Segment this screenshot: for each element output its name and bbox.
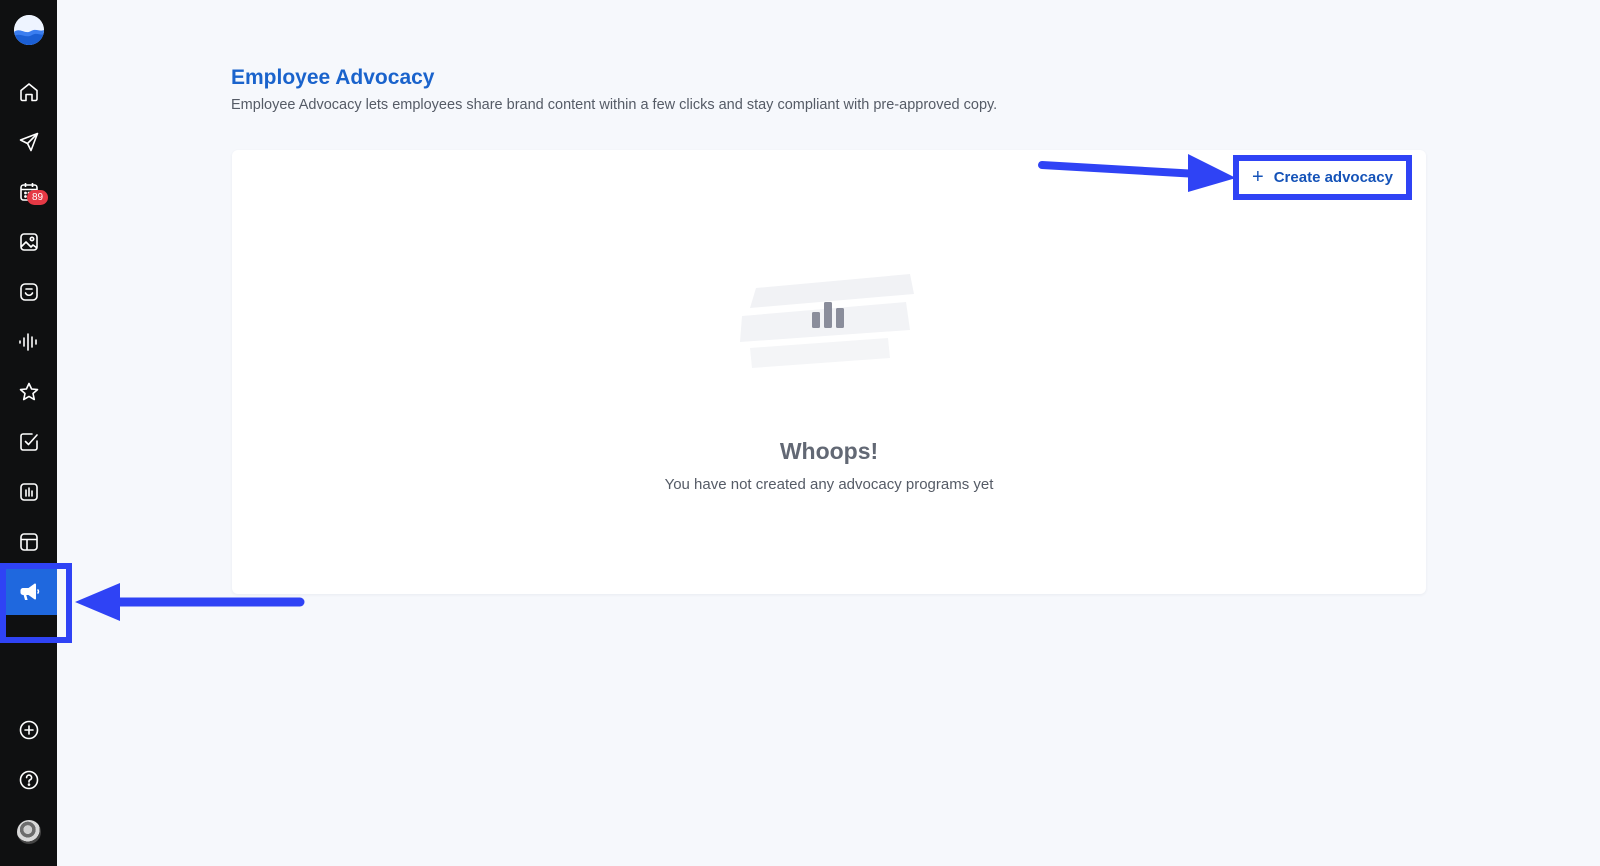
question-circle-icon xyxy=(19,770,38,790)
sidebar-item-reviews[interactable] xyxy=(0,369,57,415)
home-icon xyxy=(19,83,38,102)
sidebar-item-planner[interactable]: 89 xyxy=(0,169,57,215)
annotation-highlight-create xyxy=(1233,155,1412,200)
sidebar-item-analytics[interactable] xyxy=(0,469,57,515)
avatar[interactable] xyxy=(17,820,41,844)
app-logo[interactable] xyxy=(14,15,44,45)
paper-plane-icon xyxy=(19,132,38,152)
sidebar-item-tasks[interactable] xyxy=(0,419,57,465)
page-title: Employee Advocacy xyxy=(231,66,435,89)
bar-chart-icon xyxy=(740,274,914,368)
sidebar-item-listening[interactable] xyxy=(0,319,57,365)
sidebar-item-inbox[interactable] xyxy=(0,269,57,315)
inbox-icon xyxy=(19,283,38,301)
page-description: Employee Advocacy lets employees share b… xyxy=(231,97,998,113)
sidebar-item-publish[interactable] xyxy=(0,119,57,165)
sidebar-item-media[interactable] xyxy=(0,219,57,265)
bar-chart-icon xyxy=(19,483,38,501)
plus-circle-icon xyxy=(19,720,38,740)
sidebar-item-home[interactable] xyxy=(0,69,57,115)
layout-icon xyxy=(19,533,38,551)
planner-badge: 89 xyxy=(27,190,48,205)
waveform-icon xyxy=(18,333,37,351)
empty-state-subtitle: You have not created any advocacy progra… xyxy=(664,476,994,493)
sidebar-item-add[interactable] xyxy=(0,707,57,753)
star-icon xyxy=(19,382,38,401)
checkbox-icon xyxy=(19,433,38,451)
sidebar-item-help[interactable] xyxy=(0,757,57,803)
sidebar-item-layouts[interactable] xyxy=(0,519,57,565)
empty-state-title: Whoops! xyxy=(779,438,879,464)
annotation-highlight-sidebar xyxy=(0,563,72,643)
sidebar: 89 xyxy=(0,0,57,866)
image-icon xyxy=(19,233,38,251)
